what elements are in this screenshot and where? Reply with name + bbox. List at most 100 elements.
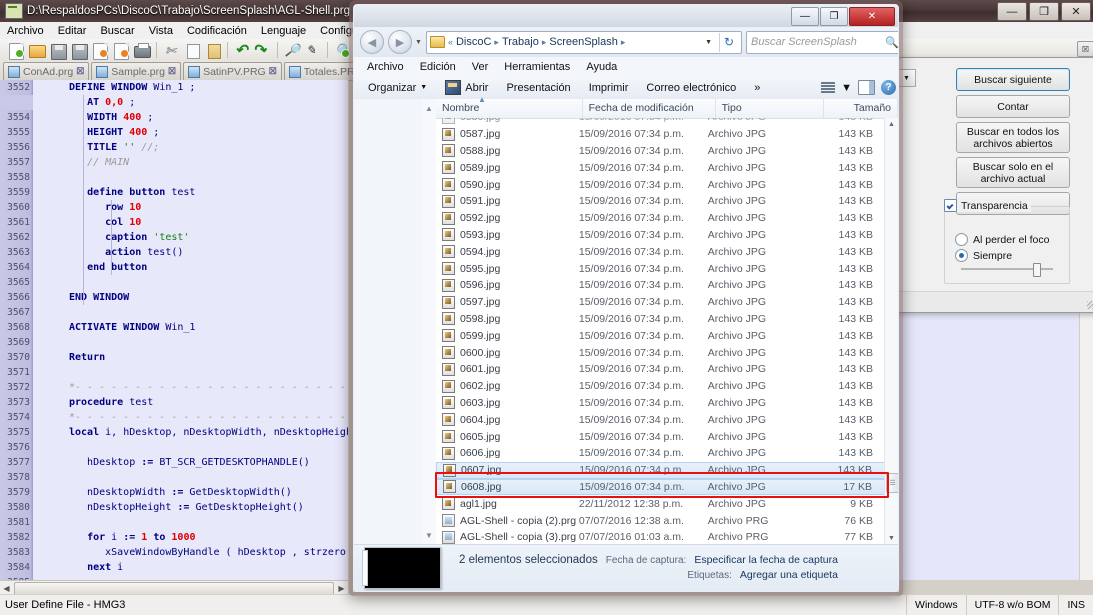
preview-pane-icon[interactable] [858,80,875,95]
tags-value[interactable]: Agregar una etiqueta [740,568,838,583]
table-row[interactable]: 0598.jpg 15/09/2016 07:34 p.m. Archivo JPG… [436,311,885,328]
checkbox-box[interactable] [944,199,957,212]
code-line[interactable]: define button test [69,185,195,200]
resize-grip[interactable] [1087,301,1093,309]
file-name-cell[interactable]: 0589.jpg [436,161,579,175]
find-find-next-button[interactable]: Buscar siguiente [956,68,1070,91]
code-line[interactable]: end button [69,260,147,275]
column-header-tipo[interactable]: Tipo [716,99,825,118]
code-line[interactable]: action test() [69,245,183,260]
file-name-cell[interactable]: 0603.jpg [436,396,579,410]
code-line[interactable]: *- - - - - - - - - - - - - - - - - - - -… [69,380,348,395]
replace-icon[interactable]: ✎ [303,41,323,60]
breadcrumb-overflow[interactable]: « [448,37,453,47]
explorer-menu-edicion[interactable]: Edición [413,60,463,74]
code-line[interactable]: Return [69,350,105,365]
breadcrumb-item-discoc[interactable]: DiscoC [456,36,491,48]
file-name-cell[interactable]: 0594.jpg [436,245,579,259]
file-name-cell[interactable]: 0596.jpg [436,278,579,292]
code-line[interactable]: DEFINE WINDOW Win_1 ; [69,80,195,95]
address-dropdown-arrow[interactable]: ▼ [701,39,716,46]
refresh-icon[interactable]: ↻ [719,32,738,52]
table-row[interactable]: 0605.jpg 15/09/2016 07:34 p.m. Archivo JPG… [436,428,885,445]
file-name-cell[interactable]: 0604.jpg [436,413,579,427]
code-line[interactable]: nDesktopWidth := GetDesktopWidth() [69,485,292,500]
notepad-maximize-button[interactable]: ❐ [1029,2,1059,21]
tab-close-icon[interactable]: ☒ [168,66,176,77]
table-row[interactable]: 0600.jpg 15/09/2016 07:34 p.m. Archivo JPG… [436,344,885,361]
code-line[interactable]: next i [69,560,123,575]
redo-icon[interactable]: ↶ [253,41,273,60]
splitter-down-arrow[interactable]: ▼ [425,531,433,540]
new-file-icon[interactable] [6,41,26,60]
table-row[interactable]: 0593.jpg 15/09/2016 07:34 p.m. Archivo JPG… [436,227,885,244]
code-line[interactable]: WIDTH 400 ; [69,110,153,125]
save-icon[interactable] [48,41,68,60]
menu-item-editar[interactable]: Editar [51,24,94,38]
forward-button[interactable]: ▶ [388,30,412,54]
tab-close-icon[interactable]: ☒ [76,66,84,77]
table-row[interactable]: 0603.jpg 15/09/2016 07:34 p.m. Archivo JPG… [436,395,885,412]
file-name-cell[interactable]: 0592.jpg [436,211,579,225]
explorer-menu-herramientas[interactable]: Herramientas [497,60,577,74]
table-row[interactable]: 0597.jpg 15/09/2016 07:34 p.m. Archivo JPG… [436,294,885,311]
explorer-search-box[interactable]: Buscar ScreenSplash 🔍 [746,30,898,54]
file-name-cell[interactable]: 0593.jpg [436,228,579,242]
splitter-up-arrow[interactable]: ▲ [425,104,433,113]
code-line[interactable]: procedure test [69,395,153,410]
table-row[interactable]: 0595.jpg 15/09/2016 07:34 p.m. Archivo JPG… [436,260,885,277]
file-name-cell[interactable]: 0601.jpg [436,362,579,376]
undo-icon[interactable]: ↶ [232,41,252,60]
tab-close-icon[interactable]: ☒ [269,66,277,77]
close-file-icon[interactable] [90,41,110,60]
file-name-cell[interactable]: 0605.jpg [436,430,579,444]
file-name-cell[interactable]: AGL-Shell - copia (2).prg [436,514,579,528]
organize-button[interactable]: Organizar ▼ [360,80,435,96]
recent-locations-icon[interactable]: ▼ [415,39,422,46]
table-row[interactable]: 0601.jpg 15/09/2016 07:34 p.m. Archivo JPG… [436,361,885,378]
file-name-cell[interactable]: 0588.jpg [436,144,579,158]
menu-item-vista[interactable]: Vista [142,24,180,38]
table-row[interactable]: AGL-Shell - copia (3).prg 07/07/2016 01:0… [436,529,885,545]
column-header-tamano[interactable]: Tamaño [824,99,898,118]
close-all-files-icon[interactable] [111,41,131,60]
explorer-minimize-button[interactable]: — [791,7,819,26]
table-row[interactable]: 0606.jpg 15/09/2016 07:34 p.m. Archivo JPG… [436,445,885,462]
table-row[interactable]: 0594.jpg 15/09/2016 07:34 p.m. Archivo JPG… [436,243,885,260]
breadcrumb-item-screensplash[interactable]: ScreenSplash [549,36,618,48]
code-line[interactable]: col 10 [69,215,141,230]
code-editor[interactable]: 3552355335543555355635573558355935603561… [0,80,348,580]
table-row[interactable]: 0589.jpg 15/09/2016 07:34 p.m. Archivo JPG… [436,159,885,176]
table-row[interactable]: 0586.jpg 15/09/2016 07:34 p.m.Archivo JPG… [436,118,885,126]
slider-knob[interactable] [1033,263,1041,277]
file-name-cell[interactable]: 0602.jpg [436,379,579,393]
scroll-right-arrow[interactable]: ▶ [335,582,348,595]
code-line[interactable]: END WINDOW [69,290,129,305]
file-name-cell[interactable]: 0599.jpg [436,329,579,343]
table-row[interactable]: 0588.jpg 15/09/2016 07:34 p.m. Archivo JPG… [436,143,885,160]
radio-box[interactable] [955,233,968,246]
table-row[interactable]: AGL-Shell - copia (2).prg 07/07/2016 12:3… [436,512,885,529]
code-area[interactable]: DEFINE WINDOW Win_1 ; AT 0,0 ; WIDTH 400… [33,80,348,580]
menu-item-archivo[interactable]: Archivo [0,24,51,38]
code-line[interactable]: for i := 1 to 1000 [69,530,195,545]
code-line[interactable]: row 10 [69,200,141,215]
transparency-checkbox[interactable]: Transparencia [941,199,1031,212]
find-dialog-close-button[interactable]: ☒ [1077,41,1093,57]
radio-box[interactable] [955,249,968,262]
explorer-maximize-button[interactable]: ❐ [820,7,848,26]
notepad-tab-0[interactable]: ConAd.prg ☒ [3,62,90,80]
email-button[interactable]: Correo electrónico [638,80,744,96]
print-icon[interactable] [132,41,152,60]
code-line[interactable]: ACTIVATE WINDOW Win_1 [69,320,195,335]
explorer-menu-archivo[interactable]: Archivo [360,60,411,74]
table-row[interactable]: 0590.jpg 15/09/2016 07:34 p.m. Archivo JPG… [436,176,885,193]
file-name-cell[interactable]: 0595.jpg [436,262,579,276]
open-folder-icon[interactable] [27,41,47,60]
menu-item-codificacion[interactable]: Codificación [180,24,254,38]
scroll-up-arrow[interactable]: ▲ [885,118,898,131]
help-icon[interactable]: ? [881,80,896,95]
code-line[interactable]: hDesktop := BT_SCR_GETDESKTOPHANDLE() [69,455,310,470]
back-button[interactable]: ◀ [360,30,384,54]
save-all-icon[interactable] [69,41,89,60]
